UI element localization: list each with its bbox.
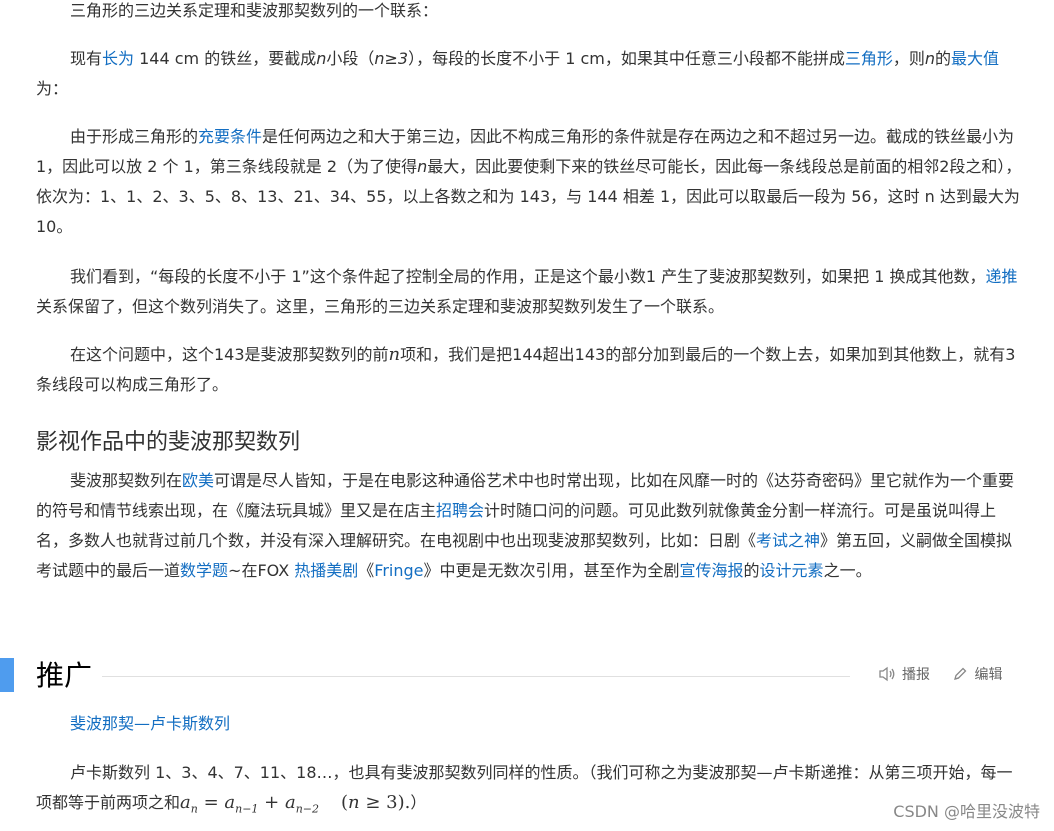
- link-design-element[interactable]: 设计元素: [760, 561, 824, 580]
- link-fringe[interactable]: Fringe: [374, 561, 423, 580]
- link-europe-america[interactable]: 欧美: [182, 471, 214, 490]
- formula-lucas: an = an−1 + an−2 (n ≥ 3).: [180, 792, 411, 816]
- link-max-value[interactable]: 最大值: [951, 49, 999, 68]
- link-hit-us-drama[interactable]: 热播美剧: [294, 561, 358, 580]
- paragraph-intro: 三角形的三边关系定理和斐波那契数列的一个联系：: [70, 1, 439, 20]
- paragraph-reasoning: 由于形成三角形的充要条件是任何两边之和大于第三边，因此不构成三角形的条件就是存在…: [36, 127, 1022, 236]
- link-exam-god[interactable]: 考试之神: [756, 531, 820, 550]
- link-poster[interactable]: 宣传海报: [680, 561, 744, 580]
- link-triangle[interactable]: 三角形: [845, 49, 893, 68]
- link-fibonacci-lucas[interactable]: 斐波那契—卢卡斯数列: [70, 710, 230, 738]
- paragraph-problem: 现有长为 144 cm 的铁丝，要截成n小段（n≥3），每段的长度不小于 1 c…: [36, 49, 1000, 98]
- link-job-fair[interactable]: 招聘会: [436, 501, 484, 520]
- csdn-watermark: CSDN @哈里没波特: [893, 802, 1040, 821]
- heading-divider: [102, 676, 850, 677]
- link-math-problem[interactable]: 数学题: [180, 561, 228, 580]
- paragraph-film: 斐波那契数列在欧美可谓是尽人皆知，于是在电影这种通俗艺术中也时常出现，比如在风靡…: [36, 471, 1015, 580]
- section-heading-generalization: 推广 播报 编辑: [0, 652, 1054, 698]
- heading-title: 推广: [36, 659, 93, 692]
- speaker-icon: [879, 666, 895, 682]
- read-aloud-button[interactable]: 播报: [878, 664, 930, 684]
- paragraph-observation: 我们看到，“每段的长度不小于 1”这个条件起了控制全局的作用，正是这个最小数1 …: [36, 267, 1018, 316]
- heading-accent-bar: [0, 658, 14, 692]
- link-recursion[interactable]: 递推: [985, 267, 1017, 286]
- edit-button[interactable]: 编辑: [952, 664, 1002, 684]
- pencil-icon: [954, 667, 967, 680]
- section-heading-film: 影视作品中的斐波那契数列: [36, 430, 301, 455]
- link-necessary-condition[interactable]: 充要条件: [198, 127, 262, 146]
- paragraph-lucas: 卢卡斯数列 1、3、4、7、11、18…，也具有斐波那契数列同样的性质。（我们可…: [36, 763, 1013, 816]
- link-length[interactable]: 长为: [102, 49, 134, 68]
- paragraph-sum: 在这个问题中，这个143是斐波那契数列的前n项和，我们是把144超出143的部分…: [36, 344, 1016, 394]
- heading-tools: 播报 编辑: [878, 664, 1020, 686]
